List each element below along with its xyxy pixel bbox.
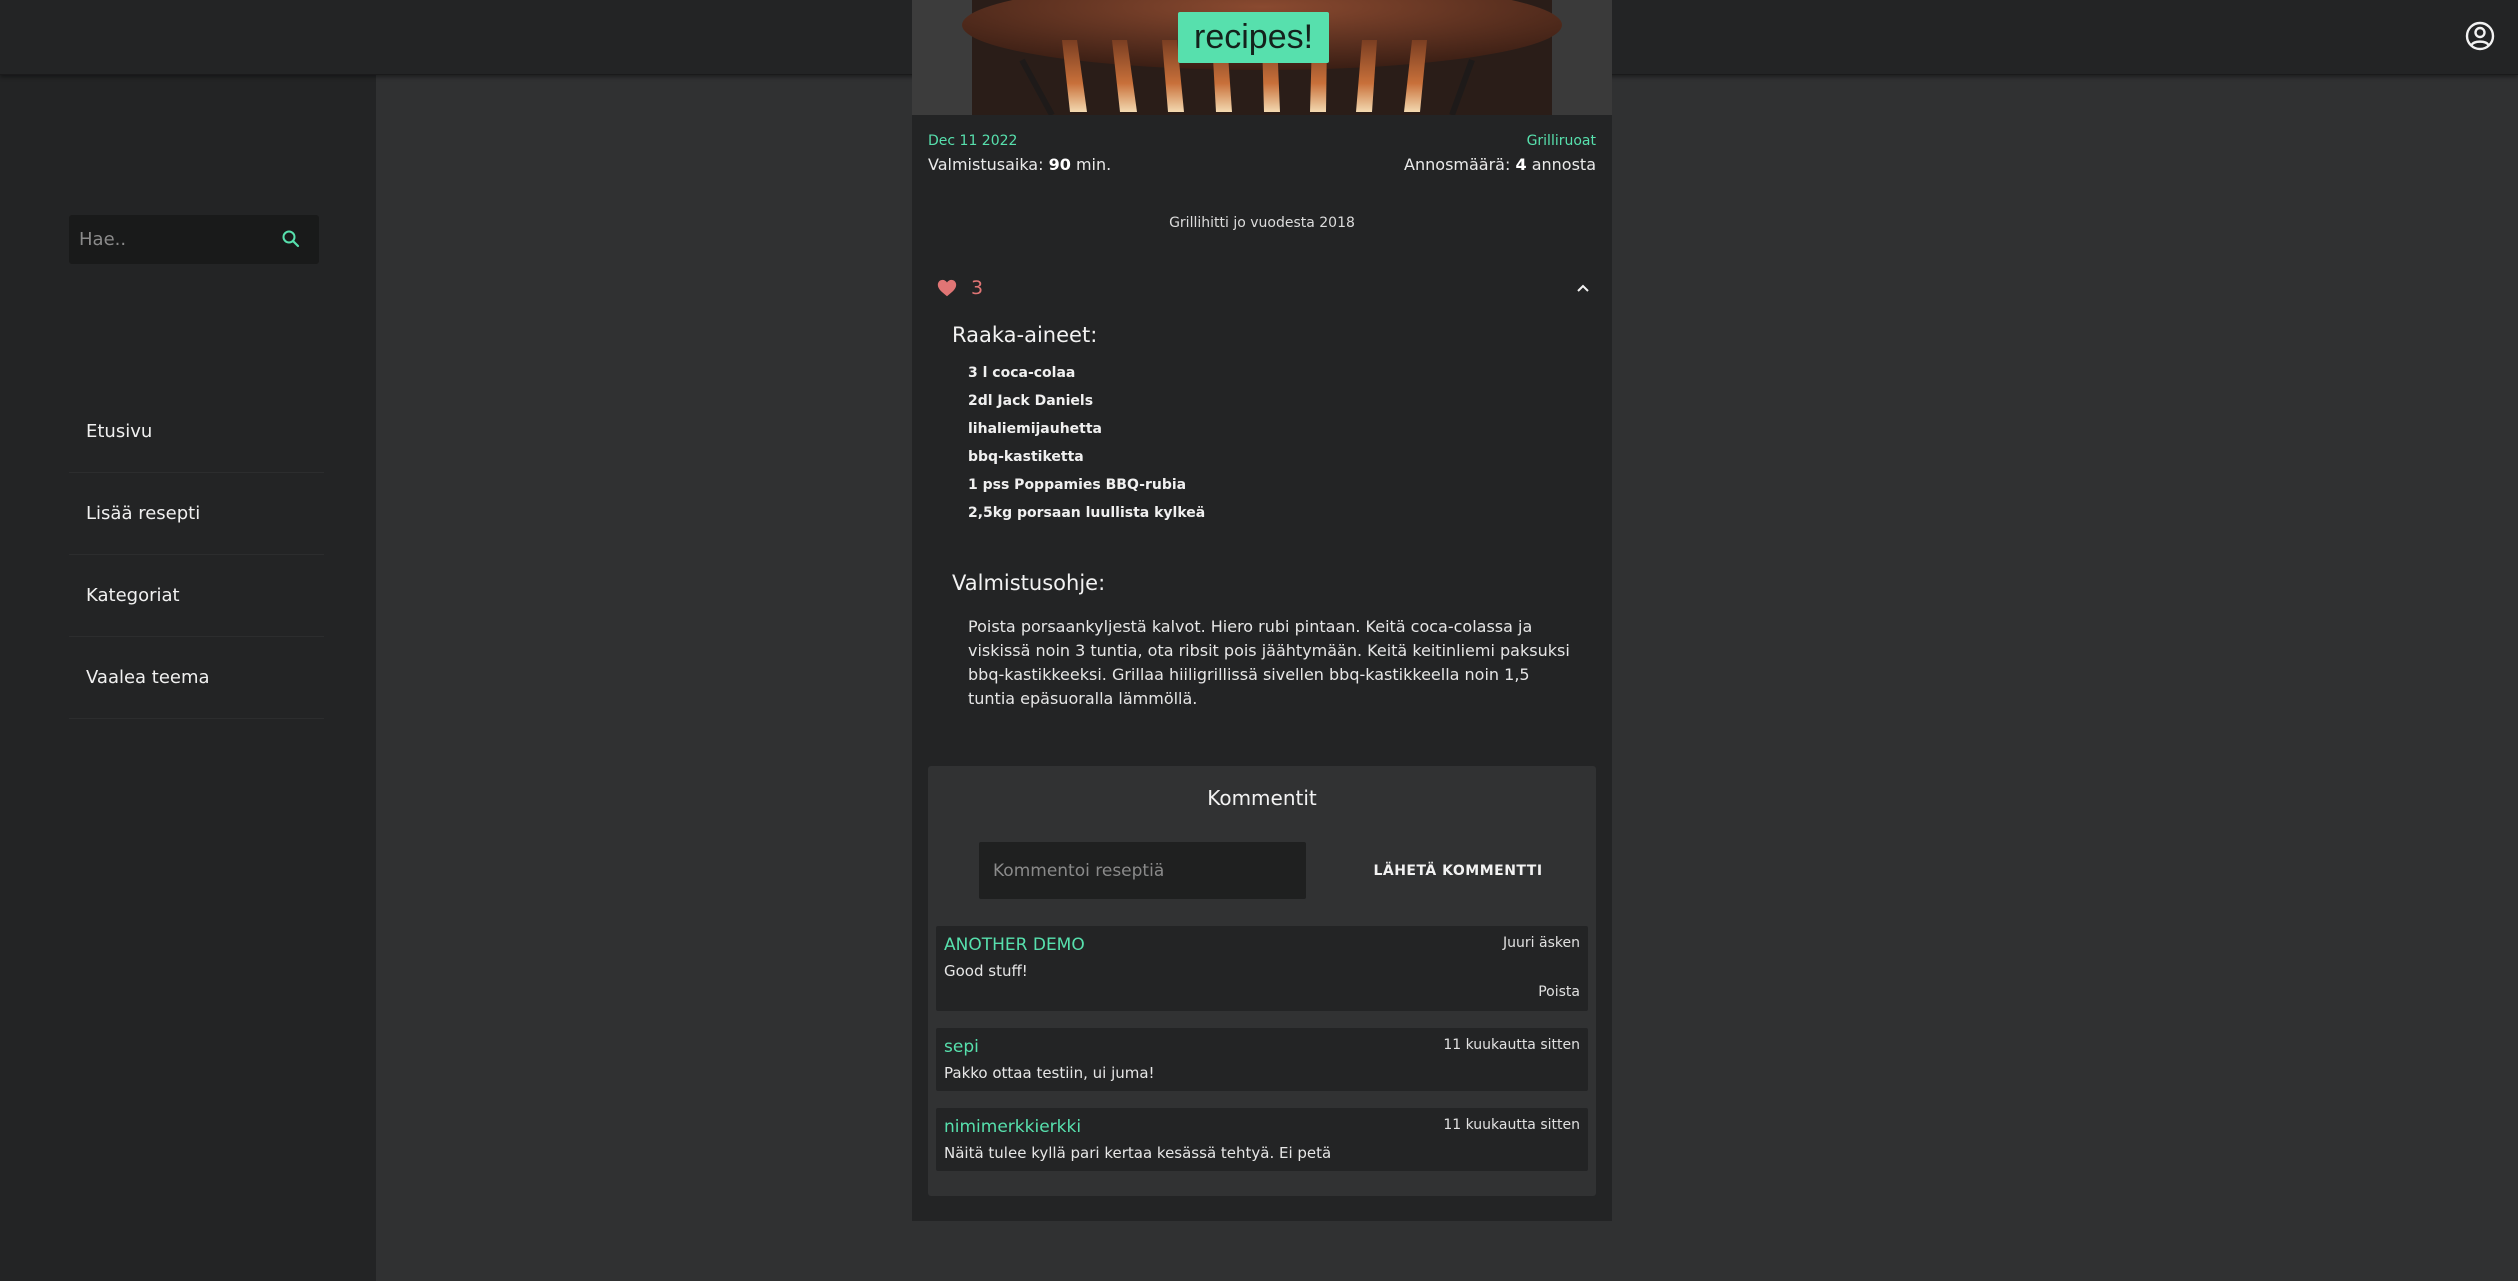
prep-time-unit: min. bbox=[1075, 155, 1112, 174]
recipe-image: recipes! bbox=[912, 0, 1612, 115]
comment-time: 11 kuukautta sitten bbox=[1443, 1117, 1580, 1133]
comment-item: nimimerkkierkki 11 kuukautta sitten Näit… bbox=[936, 1108, 1588, 1171]
recipe-card: recipes! Dec 11 2022 Grilliruoat Valmist… bbox=[912, 0, 1612, 1221]
servings-label: Annosmäärä: bbox=[1404, 155, 1511, 174]
list-item: 2dl Jack Daniels bbox=[968, 393, 1094, 409]
list-item: bbq-kastiketta bbox=[968, 449, 1084, 465]
instructions-title: Valmistusohje: bbox=[952, 571, 1106, 595]
recipe-meta: Dec 11 2022 Grilliruoat Valmistusaika: 9… bbox=[912, 115, 1612, 187]
sidebar-item-light-theme[interactable]: Vaalea teema bbox=[69, 637, 324, 719]
send-comment-button[interactable]: LÄHETÄ KOMMENTTI bbox=[1358, 852, 1558, 889]
comment-text: Good stuff! bbox=[944, 962, 1028, 980]
comment-author[interactable]: ANOTHER DEMO bbox=[944, 935, 1085, 955]
app-logo[interactable]: recipes! bbox=[1178, 12, 1330, 63]
comment-author[interactable]: nimimerkkierkki bbox=[944, 1117, 1081, 1137]
sidebar: Etusivu Lisää resepti Kategoriat Vaalea … bbox=[0, 75, 376, 1281]
comments-section: Kommentit LÄHETÄ KOMMENTTI ANOTHER DEMO … bbox=[928, 766, 1596, 1196]
comment-author[interactable]: sepi bbox=[944, 1037, 979, 1057]
instructions-text: Poista porsaankyljestä kalvot. Hiero rub… bbox=[968, 617, 1570, 708]
prep-time-label: Valmistusaika: bbox=[928, 155, 1044, 174]
sidebar-item-categories[interactable]: Kategoriat bbox=[69, 555, 324, 637]
ingredients-list: 3 l coca-colaa 2dl Jack Daniels lihaliem… bbox=[968, 359, 1612, 527]
recipe-description: Grillihitti jo vuodesta 2018 bbox=[1169, 215, 1355, 231]
likes-row: 3 bbox=[912, 261, 1612, 321]
list-item: 1 pss Poppamies BBQ-rubia bbox=[968, 477, 1187, 493]
prep-time-value: 90 bbox=[1048, 155, 1071, 174]
sidebar-item-add-recipe[interactable]: Lisää resepti bbox=[69, 473, 324, 555]
search-box bbox=[69, 215, 319, 264]
recipe-date: Dec 11 2022 bbox=[928, 133, 1018, 149]
heart-icon[interactable] bbox=[936, 277, 958, 299]
chevron-up-icon[interactable] bbox=[1574, 279, 1592, 297]
recipe-category[interactable]: Grilliruoat bbox=[1527, 133, 1596, 149]
comment-item: ANOTHER DEMO Juuri äsken Good stuff! Poi… bbox=[936, 926, 1588, 1011]
sidebar-item-home[interactable]: Etusivu bbox=[69, 391, 324, 473]
list-item: 3 l coca-colaa bbox=[968, 365, 1076, 381]
search-input[interactable] bbox=[69, 229, 269, 250]
servings: Annosmäärä: 4 annosta bbox=[1404, 155, 1596, 174]
delete-comment-button[interactable]: Poista bbox=[1538, 984, 1580, 1000]
servings-unit: annosta bbox=[1531, 155, 1596, 174]
likes-count: 3 bbox=[971, 277, 984, 299]
comments-title: Kommentit bbox=[1207, 786, 1317, 810]
comment-time: Juuri äsken bbox=[1503, 935, 1580, 951]
sidebar-nav: Etusivu Lisää resepti Kategoriat Vaalea … bbox=[69, 391, 324, 719]
account-button[interactable] bbox=[2462, 18, 2498, 54]
comment-text: Näitä tulee kyllä pari kertaa kesässä te… bbox=[944, 1144, 1332, 1162]
list-item: 2,5kg porsaan luullista kylkeä bbox=[968, 505, 1206, 521]
search-icon[interactable] bbox=[281, 229, 301, 249]
ingredients-title: Raaka-aineet: bbox=[952, 323, 1098, 347]
comment-item: sepi 11 kuukautta sitten Pakko ottaa tes… bbox=[936, 1028, 1588, 1091]
account-circle-icon bbox=[2465, 21, 2495, 51]
comment-time: 11 kuukautta sitten bbox=[1443, 1037, 1580, 1053]
comment-input[interactable] bbox=[979, 842, 1306, 899]
comment-text: Pakko ottaa testiin, ui juma! bbox=[944, 1064, 1155, 1082]
servings-value: 4 bbox=[1515, 155, 1527, 174]
prep-time: Valmistusaika: 90 min. bbox=[928, 155, 1111, 174]
list-item: lihaliemijauhetta bbox=[968, 421, 1102, 437]
